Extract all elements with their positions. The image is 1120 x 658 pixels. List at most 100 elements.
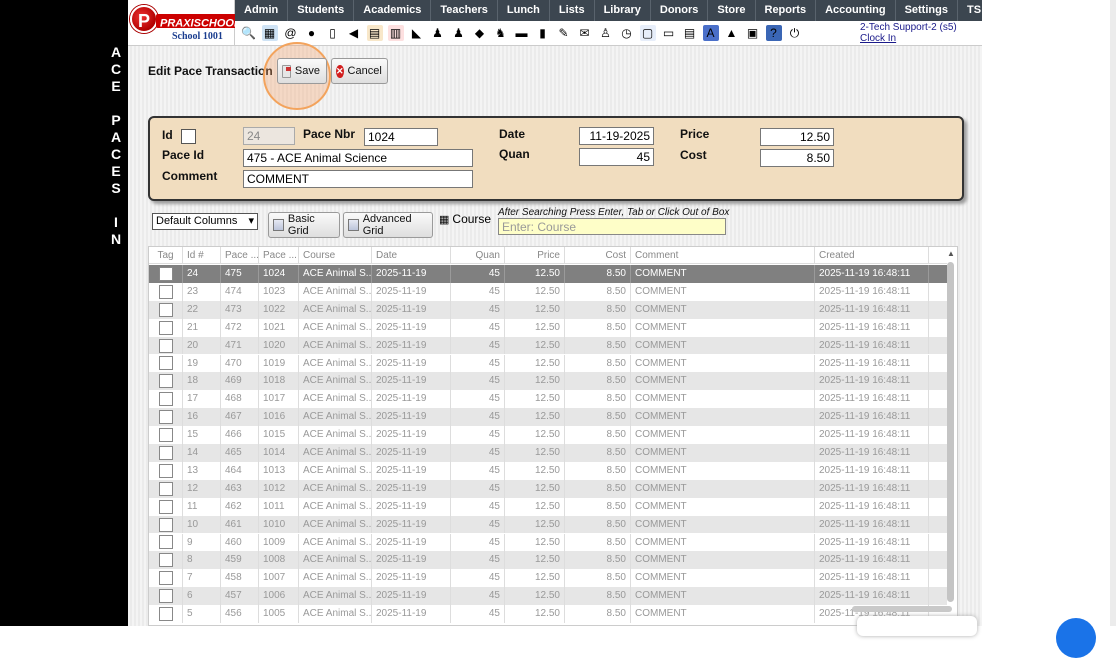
schedule-icon[interactable]: ▥	[387, 25, 404, 41]
mail-icon[interactable]: ✉	[576, 25, 593, 41]
user-icon[interactable]: ♙	[597, 25, 614, 41]
row-checkbox[interactable]	[158, 356, 173, 371]
grid-vertical-scrollbar[interactable]: ▲	[947, 249, 955, 625]
printer-icon[interactable]: ▤	[681, 25, 698, 41]
people-icon[interactable]: ♞	[492, 25, 509, 41]
advanced-grid-button[interactable]: Advanced Grid	[343, 212, 433, 238]
column-header[interactable]: Tag	[149, 247, 183, 263]
column-header[interactable]: Id #	[183, 247, 221, 263]
cost-field[interactable]	[760, 149, 834, 167]
logo[interactable]: P PRAXISCHOOLTM School 1001	[128, 0, 254, 45]
table-row[interactable]: 8 459 1008 ACE Animal S... 2025-11-19 45 12.50…	[149, 551, 947, 570]
row-checkbox[interactable]	[158, 535, 173, 550]
report-icon[interactable]: ▤	[366, 25, 383, 41]
table-row[interactable]: 6 457 1006 ACE Animal S... 2025-11-19 45 12.50…	[149, 587, 947, 606]
email-icon[interactable]: @	[282, 25, 299, 41]
id-checkbox[interactable]	[181, 129, 196, 144]
row-checkbox[interactable]	[158, 410, 173, 425]
column-header[interactable]: Quan	[451, 247, 505, 263]
calendar-icon[interactable]: ▦	[261, 25, 278, 41]
table-row[interactable]: 14 465 1014 ACE Animal S... 2025-11-19 45 12.5…	[149, 444, 947, 462]
row-checkbox[interactable]	[158, 302, 173, 317]
row-checkbox[interactable]	[158, 553, 173, 568]
table-row[interactable]: 19 470 1019 ACE Animal S... 2025-11-19 45 12.5…	[149, 354, 947, 373]
table-row[interactable]: 11 462 1011 ACE Animal S... 2025-11-19 45 12.5…	[149, 497, 947, 516]
date-field[interactable]	[579, 127, 654, 145]
row-checkbox[interactable]	[158, 428, 173, 443]
lunch-icon[interactable]: ▬	[513, 25, 530, 41]
quan-field[interactable]	[579, 148, 654, 166]
course-search-input[interactable]: Enter: Course	[498, 218, 726, 235]
page-scrollbar[interactable]	[1110, 0, 1116, 626]
book-icon[interactable]: ▮	[534, 25, 551, 41]
table-row[interactable]: 23 474 1023 ACE Animal S... 2025-11-19 45 12.5…	[149, 282, 947, 301]
row-checkbox[interactable]	[158, 320, 173, 335]
menu-admin[interactable]: Admin	[235, 0, 289, 21]
column-header[interactable]: Price	[505, 247, 565, 263]
price-field[interactable]	[760, 128, 834, 146]
cancel-button[interactable]: ✕ Cancel	[331, 58, 388, 84]
row-checkbox[interactable]	[158, 445, 173, 460]
pdf-icon[interactable]: ▲	[723, 25, 740, 41]
save-button[interactable]: Save	[277, 58, 327, 84]
column-header[interactable]: Pace ...	[221, 247, 259, 263]
row-checkbox[interactable]	[158, 589, 173, 604]
row-checkbox[interactable]	[158, 607, 173, 622]
pencil-icon[interactable]: ✎	[555, 25, 572, 41]
person-red-icon[interactable]: ♟	[429, 25, 446, 41]
menu-library[interactable]: Library	[595, 0, 651, 21]
pace-id-field[interactable]	[243, 149, 473, 167]
columns-select[interactable]: Default Columns	[152, 213, 258, 230]
row-checkbox[interactable]	[158, 374, 173, 389]
menu-ts[interactable]: TS	[958, 0, 982, 21]
row-checkbox[interactable]	[158, 481, 173, 496]
menu-settings[interactable]: Settings	[896, 0, 958, 21]
table-row[interactable]: 16 467 1016 ACE Animal S... 2025-11-19 45 12.5…	[149, 408, 947, 427]
menu-lists[interactable]: Lists	[550, 0, 595, 21]
column-header[interactable]: Course	[299, 247, 372, 263]
table-row[interactable]: 9 460 1009 ACE Animal S... 2025-11-19 45 12.50…	[149, 533, 947, 552]
menu-teachers[interactable]: Teachers	[431, 0, 498, 21]
person-orange-icon[interactable]: ♟	[450, 25, 467, 41]
phone-icon[interactable]: ▯	[324, 25, 341, 41]
row-checkbox[interactable]	[158, 499, 173, 514]
column-header[interactable]: Comment	[631, 247, 815, 263]
menu-lunch[interactable]: Lunch	[498, 0, 550, 21]
search-icon[interactable]: 🔍	[240, 25, 257, 41]
help-icon[interactable]: ?	[765, 25, 782, 41]
clock-in-link[interactable]: Clock In	[860, 33, 957, 44]
aa-icon[interactable]: A	[702, 25, 719, 41]
table-row[interactable]: 22 473 1022 ACE Animal S... 2025-11-19 45 12.5…	[149, 300, 947, 319]
megaphone-icon[interactable]: ◀	[345, 25, 362, 41]
chat-icon[interactable]: ●	[303, 25, 320, 41]
table-row[interactable]: 18 469 1018 ACE Animal S... 2025-11-19 45 12.5…	[149, 372, 947, 391]
power-icon[interactable]: ⏻	[786, 25, 803, 41]
cash-icon[interactable]: ▣	[744, 25, 761, 41]
scroll-thumb[interactable]	[947, 262, 954, 602]
scroll-up-icon[interactable]: ▲	[947, 249, 955, 259]
menu-store[interactable]: Store	[708, 0, 756, 21]
document-icon[interactable]: ▢	[639, 25, 656, 41]
row-checkbox[interactable]	[158, 266, 173, 281]
row-checkbox[interactable]	[158, 284, 173, 299]
menu-reports[interactable]: Reports	[756, 0, 817, 21]
menu-donors[interactable]: Donors	[651, 0, 709, 21]
column-header[interactable]: Cost	[565, 247, 631, 263]
pace-nbr-field[interactable]	[364, 128, 438, 146]
table-row[interactable]: 12 463 1012 ACE Animal S... 2025-11-19 45 12.5…	[149, 479, 947, 498]
column-header[interactable]: Pace ...	[259, 247, 299, 263]
table-row[interactable]: 21 472 1021 ACE Animal S... 2025-11-19 45 12.5…	[149, 318, 947, 337]
basic-grid-button[interactable]: Basic Grid	[268, 212, 340, 238]
clock-icon[interactable]: ◷	[618, 25, 635, 41]
menu-academics[interactable]: Academics	[354, 0, 432, 21]
table-row[interactable]: 20 471 1020 ACE Animal S... 2025-11-19 45 12.5…	[149, 336, 947, 355]
money-icon[interactable]: ◆	[471, 25, 488, 41]
row-checkbox[interactable]	[158, 517, 173, 532]
table-row[interactable]: 15 466 1015 ACE Animal S... 2025-11-19 45 12.5…	[149, 426, 947, 444]
column-header[interactable]: Date	[372, 247, 451, 263]
table-row[interactable]: 13 464 1013 ACE Animal S... 2025-11-19 45 12.5…	[149, 461, 947, 480]
row-checkbox[interactable]	[158, 338, 173, 353]
chat-launcher-icon[interactable]	[1056, 618, 1096, 658]
table-row[interactable]: 7 458 1007 ACE Animal S... 2025-11-19 45 12.50…	[149, 569, 947, 588]
comment-field[interactable]	[243, 170, 473, 188]
